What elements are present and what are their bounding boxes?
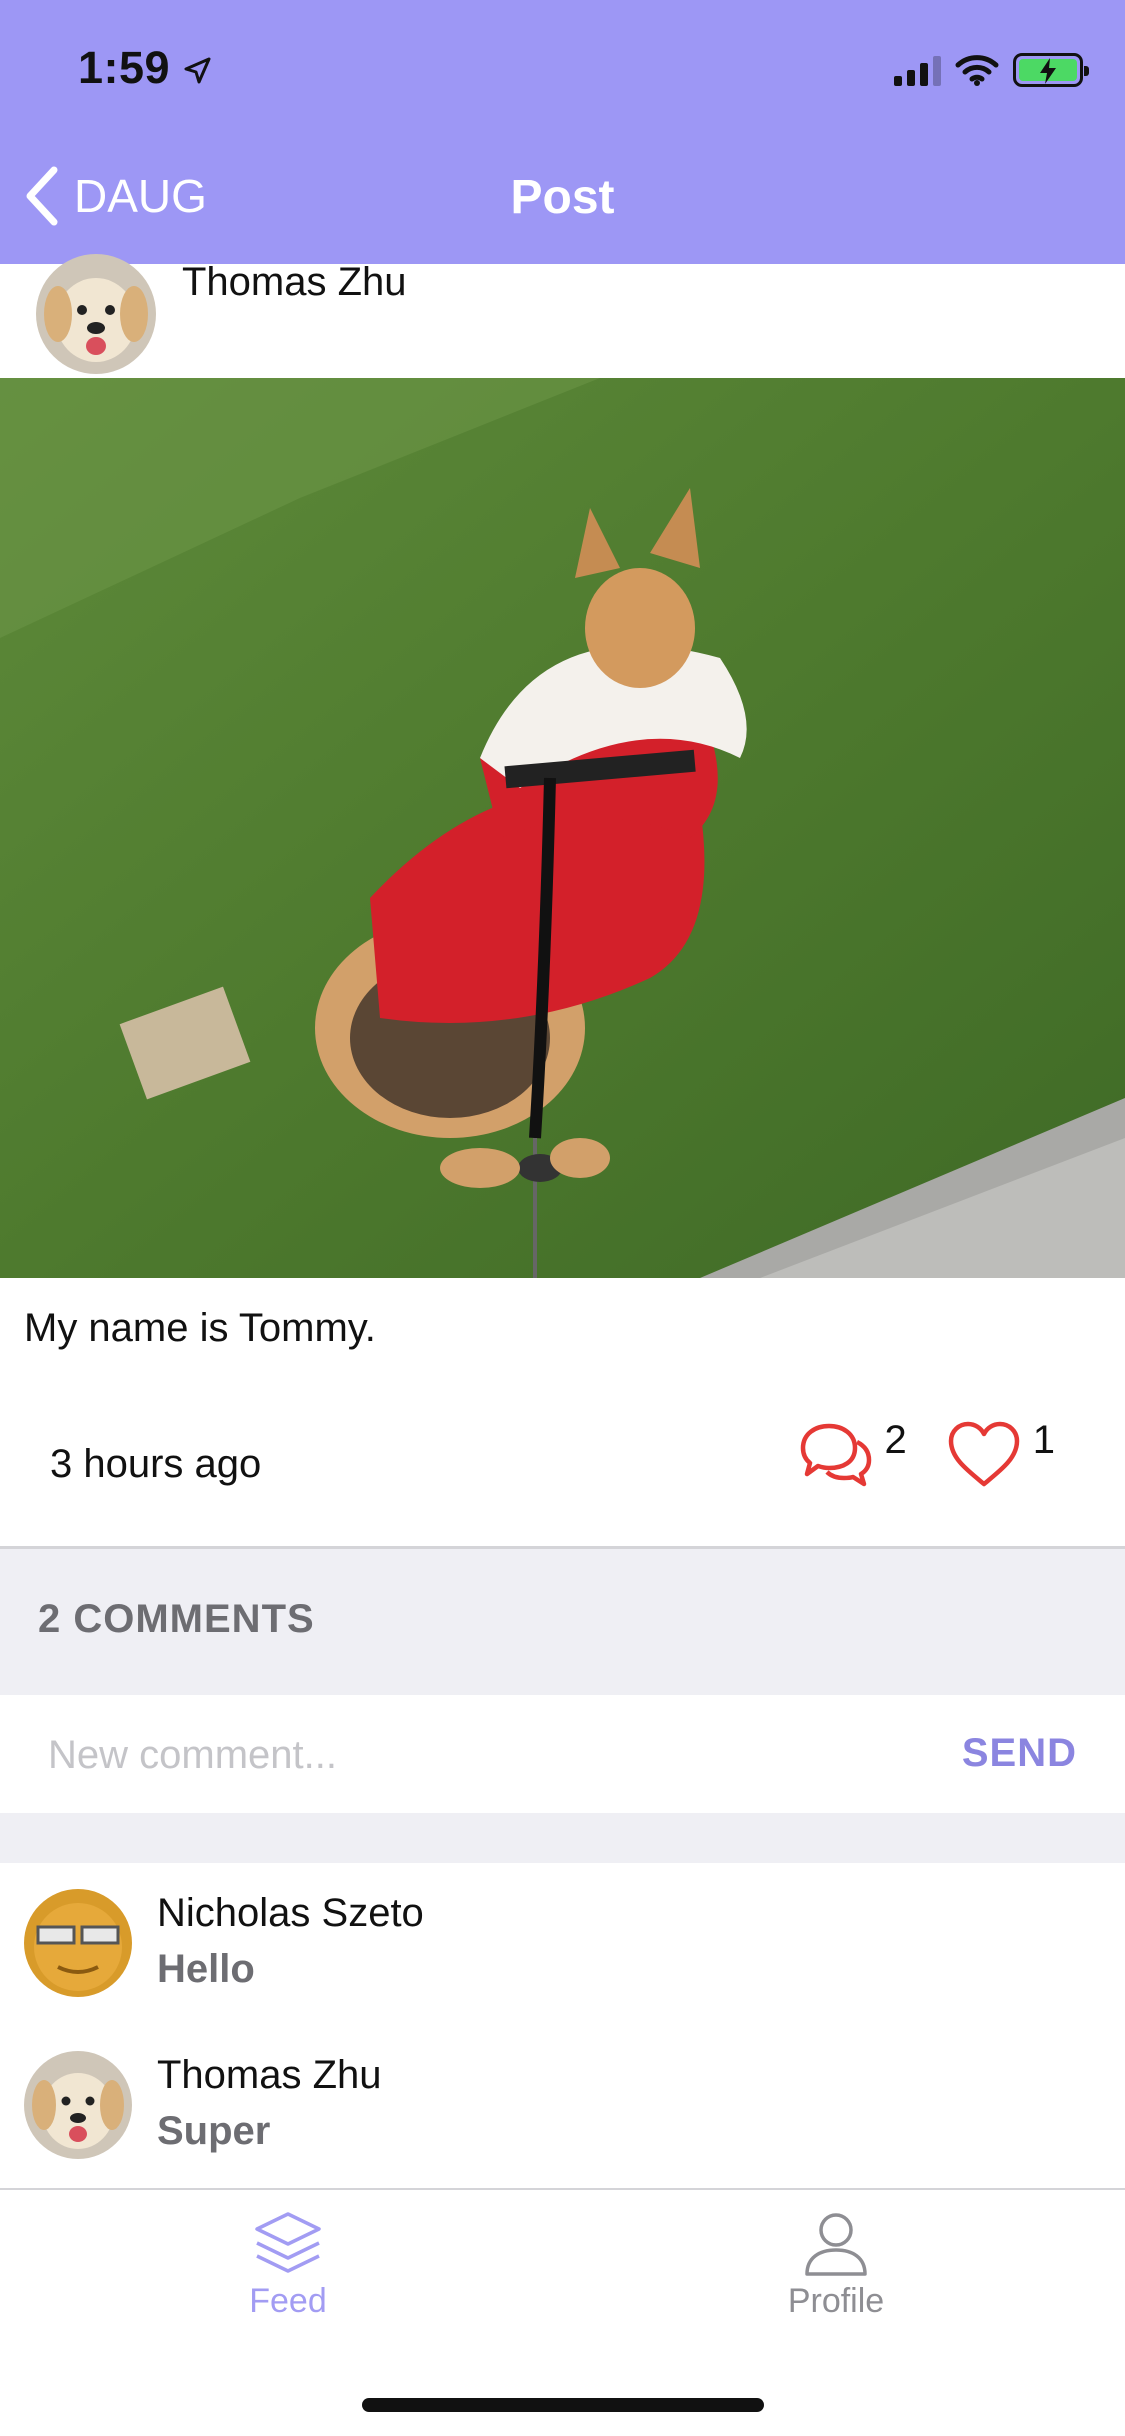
post-photo bbox=[0, 378, 1125, 1278]
post-author-name[interactable]: Thomas Zhu bbox=[182, 260, 407, 305]
status-indicators bbox=[894, 50, 1089, 90]
commenter-avatar[interactable] bbox=[24, 2051, 132, 2159]
comment-item: Nicholas Szeto Hello bbox=[0, 1863, 1125, 2025]
person-icon bbox=[805, 2213, 867, 2276]
comment-item: Thomas Zhu Super bbox=[0, 2025, 1125, 2187]
heart-icon[interactable] bbox=[947, 1420, 1021, 1488]
comment-text: Super bbox=[157, 2109, 271, 2153]
author-avatar[interactable] bbox=[36, 254, 156, 374]
likes-stat[interactable]: 1 bbox=[947, 1418, 1055, 1488]
comment-text: Hello bbox=[157, 1947, 255, 1991]
new-comment-input[interactable] bbox=[48, 1725, 898, 1785]
post-caption: My name is Tommy. bbox=[24, 1306, 376, 1350]
post-stats: 2 1 bbox=[797, 1418, 1055, 1488]
post-author-row bbox=[0, 254, 1125, 378]
tab-profile-label: Profile bbox=[787, 2282, 885, 2320]
cellular-signal-icon bbox=[894, 54, 941, 86]
commenter-avatar[interactable] bbox=[24, 1889, 132, 1997]
tab-feed-label: Feed bbox=[249, 2282, 327, 2320]
tab-feed[interactable]: Feed bbox=[138, 2210, 438, 2321]
comment-bubbles-icon bbox=[800, 1423, 871, 1487]
comment-author[interactable]: Nicholas Szeto bbox=[157, 1891, 424, 1936]
comment-author[interactable]: Thomas Zhu bbox=[157, 2053, 382, 2098]
comments-separator bbox=[0, 1813, 1125, 1863]
comment-count: 2 bbox=[884, 1418, 907, 1462]
page-title: Post bbox=[510, 171, 615, 224]
like-count: 1 bbox=[1032, 1418, 1055, 1462]
tab-profile[interactable]: Profile bbox=[686, 2210, 986, 2321]
comments-header: 2 COMMENTS bbox=[0, 1549, 1125, 1695]
wifi-icon bbox=[955, 55, 999, 86]
comments-count-label: 2 COMMENTS bbox=[38, 1597, 315, 1641]
location-arrow-icon bbox=[184, 57, 211, 84]
status-time: 1:59 bbox=[78, 42, 171, 93]
comment-composer: SEND bbox=[0, 1695, 1125, 1813]
comments-stat[interactable]: 2 bbox=[797, 1418, 907, 1488]
home-indicator[interactable] bbox=[362, 2398, 764, 2412]
layers-icon bbox=[255, 2212, 321, 2273]
send-button[interactable]: SEND bbox=[962, 1731, 1077, 1776]
post-timestamp: 3 hours ago bbox=[50, 1442, 262, 1486]
battery-icon bbox=[1013, 53, 1089, 87]
